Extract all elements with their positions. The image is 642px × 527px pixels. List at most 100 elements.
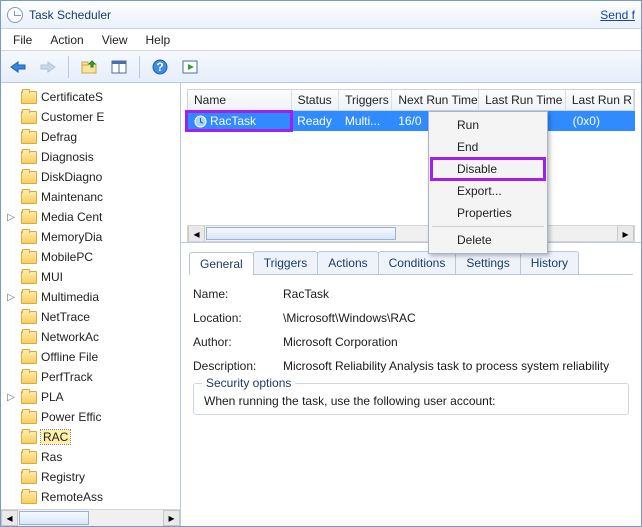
folder-icon (21, 91, 37, 104)
tree-item-customere[interactable]: Customer E (19, 107, 180, 127)
column-lastrunr[interactable]: Last Run R (566, 90, 634, 110)
expand-icon[interactable]: ▷ (5, 212, 17, 223)
context-disable[interactable]: Disable (431, 158, 545, 180)
tree-item-networkac[interactable]: NetworkAc (19, 327, 180, 347)
tree-hscrollbar[interactable]: ◂ ▸ (1, 509, 180, 526)
security-legend: Security options (202, 376, 295, 390)
tree-item-label: Offline File (41, 350, 98, 364)
tree-item-nettrace[interactable]: NetTrace (19, 307, 180, 327)
tree-item-remoteass[interactable]: RemoteAss (19, 487, 180, 507)
titlebar: Task Scheduler Send f (1, 1, 641, 29)
tree-item-label: PerfTrack (41, 370, 93, 384)
tree-item-diagnosis[interactable]: Diagnosis (19, 147, 180, 167)
context-export[interactable]: Export... (431, 180, 545, 202)
context-run[interactable]: Run (431, 114, 545, 136)
tree-item-mui[interactable]: MUI (19, 267, 180, 287)
folder-icon (21, 151, 37, 164)
tab-general[interactable]: General (189, 252, 254, 275)
send-link[interactable]: Send f (600, 8, 635, 22)
menu-view[interactable]: View (94, 31, 136, 49)
expand-icon[interactable]: ▷ (5, 392, 17, 403)
detail-pane: GeneralTriggersActionsConditionsSettings… (181, 243, 641, 526)
folder-icon (21, 271, 37, 284)
column-lastruntime[interactable]: Last Run Time (479, 90, 566, 110)
expand-icon[interactable]: ▷ (5, 292, 17, 303)
tab-conditions[interactable]: Conditions (378, 251, 457, 274)
folder-icon (21, 131, 37, 144)
column-nextruntime[interactable]: Next Run Time (392, 90, 479, 110)
body: CertificateSCustomer EDefragDiagnosisDis… (1, 83, 641, 526)
context-delete[interactable]: Delete (431, 229, 545, 251)
tab-triggers[interactable]: Triggers (253, 251, 319, 274)
cell-triggers: Multi... (339, 112, 392, 130)
tree-item-mobilepc[interactable]: MobilePC (19, 247, 180, 267)
tree-item-rac[interactable]: RAC (19, 427, 180, 447)
scroll-track[interactable] (18, 510, 163, 526)
tab-settings[interactable]: Settings (455, 251, 520, 274)
tree-item-multimedia[interactable]: ▷Multimedia (19, 287, 180, 307)
tree-item-certificates[interactable]: CertificateS (19, 87, 180, 107)
tab-history[interactable]: History (520, 251, 579, 274)
tree-item-label: Registry (41, 470, 85, 484)
security-line: When running the task, use the following… (204, 394, 618, 408)
column-triggers[interactable]: Triggers (339, 90, 392, 110)
context-end[interactable]: End (431, 136, 545, 158)
tree-item-diskdiagno[interactable]: DiskDiagno (19, 167, 180, 187)
menu-file[interactable]: File (5, 31, 40, 49)
tabs: GeneralTriggersActionsConditionsSettings… (189, 251, 633, 275)
scroll-left-icon[interactable]: ◂ (1, 510, 18, 526)
separator (432, 226, 544, 227)
column-headers[interactable]: NameStatusTriggersNext Run TimeLast Run … (187, 89, 635, 111)
folder-icon (21, 371, 37, 384)
folder-up-button[interactable] (76, 55, 102, 79)
panel-button[interactable] (106, 55, 132, 79)
scroll-thumb[interactable] (206, 227, 396, 240)
right-panel: NameStatusTriggersNext Run TimeLast Run … (181, 83, 641, 526)
tree-item-label: RemoteAss (41, 490, 103, 504)
scroll-left-icon[interactable]: ◂ (188, 226, 205, 241)
folder-icon (21, 471, 37, 484)
folder-icon (21, 391, 37, 404)
label-name: Name: (193, 287, 283, 301)
scroll-right-icon[interactable]: ▸ (617, 226, 634, 241)
separator (139, 56, 140, 78)
tree-item-pla[interactable]: ▷PLA (19, 387, 180, 407)
tree-item-memorydia[interactable]: MemoryDia (19, 227, 180, 247)
menu-action[interactable]: Action (42, 31, 91, 49)
folder-icon (21, 171, 37, 184)
folder-icon (21, 491, 37, 504)
tree-panel[interactable]: CertificateS Customer E Defrag DiagnosisDis… (1, 83, 181, 526)
tree-item-defrag[interactable]: Defrag (19, 127, 180, 147)
tree-item-label: Defrag (41, 130, 77, 144)
tab-actions[interactable]: Actions (317, 251, 378, 274)
column-status[interactable]: Status (292, 90, 340, 110)
tree-item-registry[interactable]: Registry (19, 467, 180, 487)
label-description: Description: (193, 359, 283, 373)
forward-button[interactable] (35, 55, 61, 79)
tree-item-perftrack[interactable]: PerfTrack (19, 367, 180, 387)
cell-name[interactable]: RacTask (187, 112, 291, 130)
list-hscrollbar[interactable]: ◂ ▸ (187, 225, 635, 242)
tree-item-label: Customer E (41, 110, 104, 124)
tree-item-ras[interactable]: Ras (19, 447, 180, 467)
context-properties[interactable]: Properties (431, 202, 545, 224)
scroll-right-icon[interactable]: ▸ (163, 510, 180, 526)
help-button[interactable]: ? (147, 55, 173, 79)
column-name[interactable]: Name (188, 90, 292, 110)
menu-help[interactable]: Help (138, 31, 179, 49)
scroll-track[interactable] (205, 226, 617, 241)
run-button[interactable] (177, 55, 203, 79)
tree-item-maintenanc[interactable]: Maintenanc (19, 187, 180, 207)
scroll-thumb[interactable] (19, 511, 89, 525)
table-row[interactable]: RacTask Ready Multi... 16/0 (0x0) (187, 111, 635, 131)
folder-icon (21, 431, 37, 444)
context-menu: Run End Disable Export... Properties Del… (428, 111, 548, 254)
value-location: \Microsoft\Windows\RAC (283, 311, 629, 325)
tree-item-offlinefile[interactable]: Offline File (19, 347, 180, 367)
tree-item-powereffic[interactable]: Power Effic (19, 407, 180, 427)
tree-item-label: Ras (41, 450, 62, 464)
back-button[interactable] (5, 55, 31, 79)
tree-item-mediacent[interactable]: ▷Media Cent (19, 207, 180, 227)
tree-item-label: PLA (41, 390, 64, 404)
folder-icon (21, 211, 37, 224)
